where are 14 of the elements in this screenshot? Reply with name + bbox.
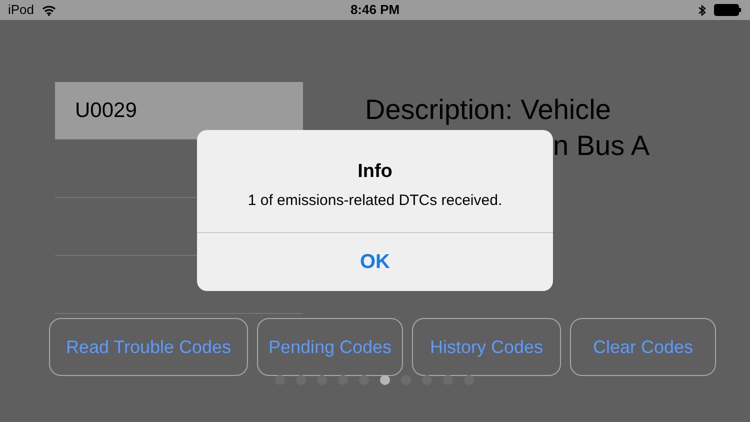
alert-title: Info (358, 160, 392, 184)
code-action-button[interactable]: History Codes (412, 318, 561, 376)
battery-icon (714, 4, 742, 16)
code-action-button[interactable]: Read Trouble Codes (49, 318, 248, 376)
alert-message: 1 of emissions-related DTCs received. (248, 190, 502, 210)
device-name: iPod (8, 1, 34, 20)
ok-button[interactable]: OK (197, 233, 553, 291)
code-action-button[interactable]: Clear Codes (570, 318, 716, 376)
description-text: Description: Vehicle (365, 93, 612, 127)
wifi-icon (42, 4, 56, 16)
description-text: n Bus A (552, 129, 650, 163)
code-row[interactable]: U0029 (55, 82, 303, 140)
bluetooth-icon (698, 4, 706, 16)
status-time: 8:46 PM (350, 1, 400, 20)
